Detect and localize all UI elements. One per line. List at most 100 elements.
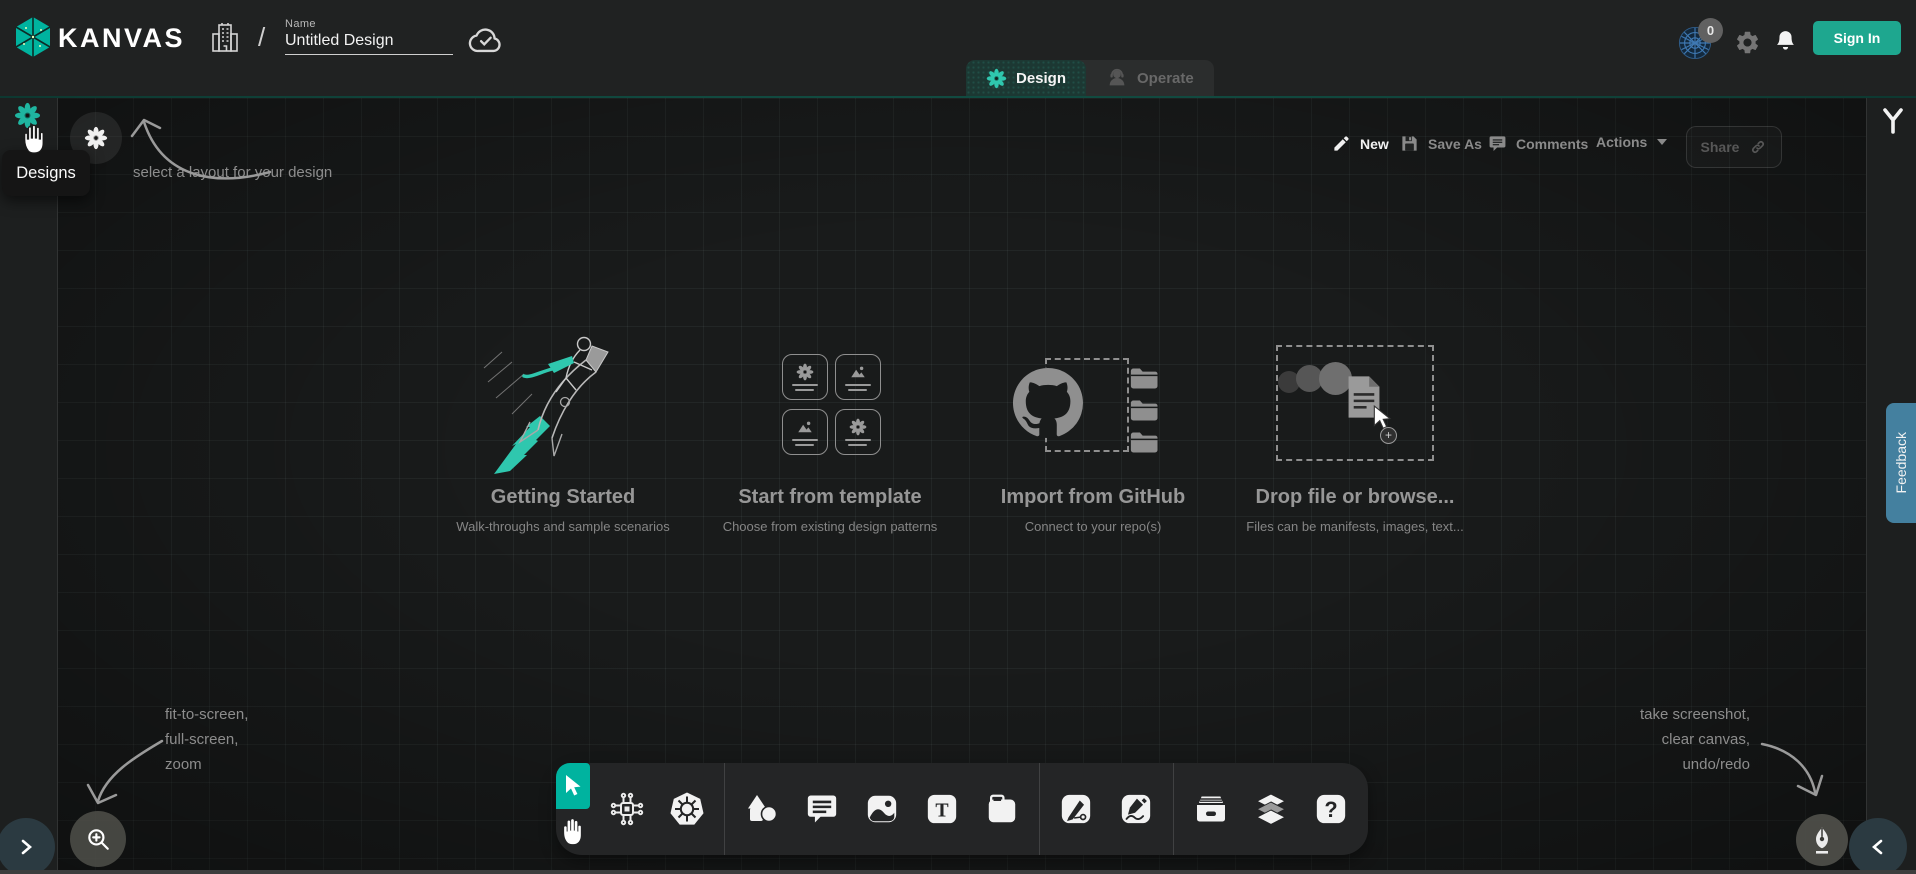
kanvas-hexagon-logo[interactable] [14, 16, 52, 58]
drawer-tool[interactable] [1193, 791, 1229, 827]
plus-badge: + [1380, 427, 1397, 444]
kubernetes-icon [669, 791, 705, 827]
bell-icon[interactable] [1773, 28, 1798, 56]
template-thumb-image [782, 409, 828, 455]
comments-label: Comments [1516, 136, 1588, 152]
sign-in-button[interactable]: Sign In [1813, 21, 1901, 55]
card-import-from-github[interactable]: Import from GitHub Connect to your repo(… [953, 328, 1233, 534]
save-icon [1400, 134, 1419, 153]
comments-button[interactable]: Comments [1488, 134, 1588, 153]
hand-icon [560, 818, 586, 846]
mode-tabbar: Design Operate [966, 60, 1214, 96]
sketch-tool[interactable] [1118, 791, 1154, 827]
gear-icon[interactable] [1734, 29, 1761, 56]
pen-tool[interactable] [1058, 791, 1094, 827]
save-as-button[interactable]: Save As [1400, 134, 1482, 153]
actions-dropdown[interactable]: Actions [1596, 134, 1668, 150]
collapse-right-button[interactable] [1849, 818, 1907, 874]
comment-tool[interactable] [804, 791, 840, 827]
card-subtitle: Walk-throughs and sample scenarios [456, 519, 669, 534]
layout-hint-arrow [118, 100, 278, 184]
text-tool[interactable]: T [924, 791, 960, 827]
folder-icon [1129, 430, 1159, 455]
image-tool[interactable] [864, 791, 900, 827]
bottom-edge [0, 870, 1916, 874]
template-thumb-spiral [782, 354, 828, 400]
drawer-icon [1193, 792, 1229, 826]
expand-left-button[interactable] [0, 818, 55, 874]
folder-icon [1129, 398, 1159, 423]
shapes-tool[interactable] [744, 791, 780, 827]
kubernetes-tool[interactable] [669, 791, 705, 827]
pencil-icon [1332, 134, 1351, 153]
card-title: Drop file or browse... [1256, 486, 1455, 509]
breadcrumb-separator: / [258, 22, 265, 53]
bottom-toolbar: T [556, 763, 1368, 855]
pen-nib-icon [1810, 826, 1834, 855]
note-tool[interactable] [984, 791, 1020, 827]
zoom-controls-button[interactable] [70, 811, 126, 867]
chevron-right-icon [18, 837, 34, 857]
component-circuit-icon [609, 791, 645, 827]
pen-path-icon [1059, 792, 1093, 826]
comment-icon [1488, 134, 1507, 153]
card-drop-file[interactable]: + Drop file or browse... Files can be ma… [1215, 328, 1495, 534]
new-button[interactable]: New [1332, 134, 1389, 153]
feedback-tab[interactable]: Feedback [1886, 403, 1916, 523]
cloud-check-icon[interactable] [466, 24, 506, 56]
logo-text: KANVAS [58, 23, 185, 54]
card-title: Getting Started [491, 486, 635, 509]
designs-tooltip-label: Designs [16, 164, 76, 183]
save-as-label: Save As [1428, 136, 1482, 152]
link-icon [1749, 138, 1767, 156]
new-label: New [1360, 136, 1389, 152]
svg-text:T: T [935, 800, 948, 822]
freehand-pencil-icon [1119, 792, 1153, 826]
select-cursor-icon [562, 774, 584, 798]
select-tool[interactable] [556, 763, 590, 809]
card-subtitle: Connect to your repo(s) [1025, 519, 1162, 534]
comment-bubble-icon [805, 792, 839, 826]
text-icon: T [925, 792, 959, 826]
pan-tool[interactable] [556, 809, 590, 855]
template-thumb-image [835, 354, 881, 400]
design-name-field: Name [285, 18, 453, 55]
y-shape-icon[interactable] [1882, 108, 1904, 134]
card-getting-started[interactable]: Getting Started Walk-throughs and sample… [423, 328, 703, 534]
avatar[interactable]: 0 [1678, 26, 1714, 62]
tab-design[interactable]: Design [966, 60, 1086, 96]
card-subtitle: Choose from existing design patterns [723, 519, 938, 534]
pen-mode-button[interactable] [1796, 814, 1848, 866]
shapes-icon [744, 791, 780, 827]
left-sidebar [0, 98, 58, 874]
image-icon [865, 792, 899, 826]
help-tool[interactable]: ? [1313, 791, 1349, 827]
card-start-from-template[interactable]: Start from template Choose from existing… [690, 328, 970, 534]
hand-cursor [21, 124, 48, 155]
help-icon: ? [1314, 792, 1348, 826]
rocket-doodle [463, 328, 663, 480]
tab-design-label: Design [1016, 70, 1066, 87]
screenshot-hint-arrow [1752, 730, 1832, 806]
share-button[interactable]: Share [1686, 126, 1782, 168]
zoom-hint-arrow [78, 733, 178, 818]
zoom-in-icon [85, 826, 111, 852]
feedback-label: Feedback [1893, 432, 1909, 493]
operate-headset-icon [1106, 67, 1128, 89]
tab-operate[interactable]: Operate [1086, 60, 1214, 96]
kanvas-app: KANVAS / Name Design [0, 0, 1916, 874]
github-repos [1008, 328, 1178, 480]
building-icon[interactable] [210, 20, 240, 56]
card-subtitle: Files can be manifests, images, text... [1246, 519, 1463, 534]
card-title: Start from template [738, 486, 921, 509]
svg-text:?: ? [1324, 797, 1337, 822]
layers-tool[interactable] [1253, 791, 1289, 827]
folder-icon [1129, 366, 1159, 391]
share-label: Share [1701, 139, 1740, 155]
designs-tooltip: Designs [2, 150, 90, 196]
card-title: Import from GitHub [1001, 486, 1185, 509]
component-tool[interactable] [609, 791, 645, 827]
header-bar: KANVAS / Name Design [0, 0, 1916, 96]
design-name-input[interactable] [285, 30, 453, 55]
note-card-icon [985, 792, 1019, 826]
